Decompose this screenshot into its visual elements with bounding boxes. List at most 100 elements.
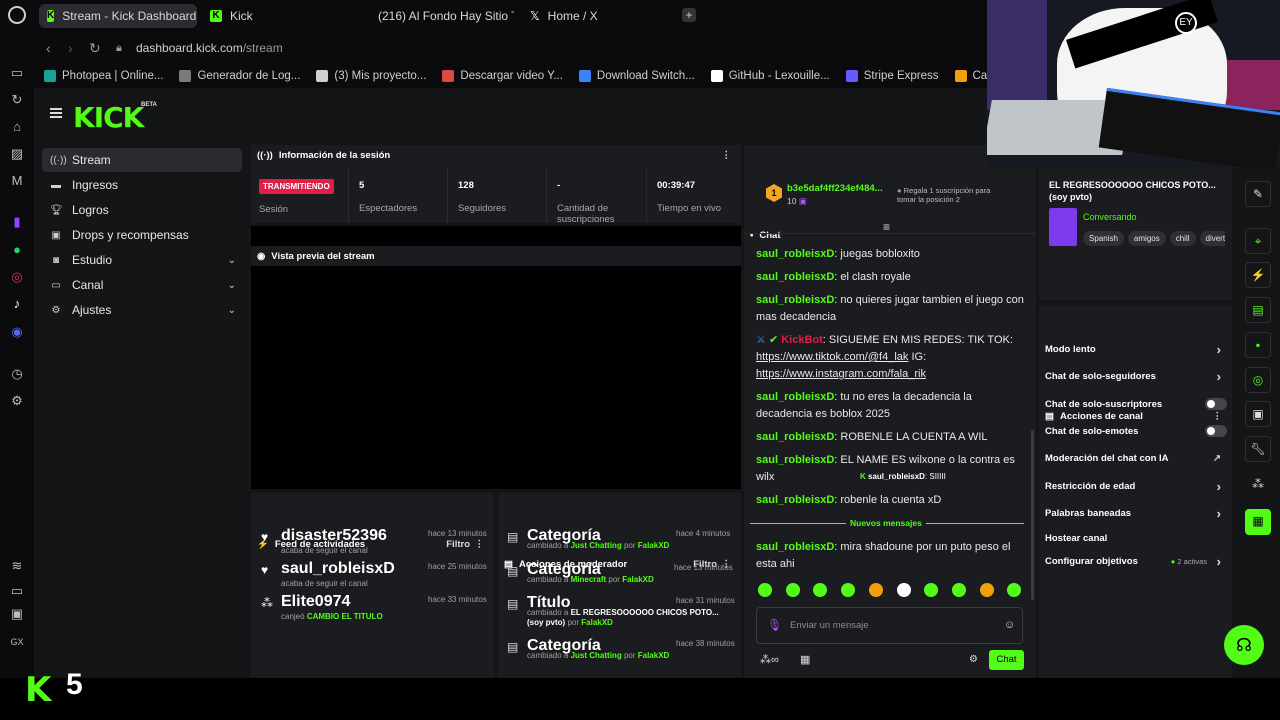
instagram-link[interactable]: https://www.instagram.com/fala_rik xyxy=(756,368,926,380)
battery-icon[interactable]: ▭ xyxy=(9,583,25,599)
nav-item-estudio[interactable]: ◙ Estudio ⌄ xyxy=(42,248,242,272)
channel-action-item[interactable]: Chat de solo-seguidores › xyxy=(1045,369,1227,384)
m-icon[interactable]: M xyxy=(9,173,25,189)
channel-action-item[interactable]: Restricción de edad › xyxy=(1045,479,1227,494)
studio-green-icon[interactable]: ▦ xyxy=(1245,509,1271,535)
menu-icon[interactable] xyxy=(50,108,62,118)
more-icon[interactable]: ⋮ xyxy=(1213,411,1223,422)
emote-button[interactable] xyxy=(951,583,966,597)
channel-action-item[interactable]: Chat de solo-emotes xyxy=(1045,424,1227,438)
nav-item-stream[interactable]: ((·)) Stream xyxy=(42,148,242,172)
tab-kick-dashboard[interactable]: K Stream - Kick Dashboard xyxy=(39,4,197,28)
bookmark-item[interactable]: GitHub - Lexouille... xyxy=(710,70,830,82)
gx-icon[interactable]: GX xyxy=(9,634,25,650)
mod-user[interactable]: FalakXD xyxy=(622,575,654,584)
emote-button[interactable] xyxy=(868,583,883,597)
chat-scrollbar[interactable] xyxy=(1031,430,1034,600)
whatsapp-icon[interactable]: ● xyxy=(9,242,25,258)
channel-action-item[interactable]: Palabras baneadas › xyxy=(1045,506,1227,521)
emote-button[interactable] xyxy=(785,583,800,597)
chat-settings-icon[interactable]: ⚙ xyxy=(969,654,978,665)
wrench-icon[interactable]: 🔧︎ xyxy=(1245,436,1271,462)
tab-kick[interactable]: K Kick xyxy=(202,4,352,28)
channel-action-item[interactable]: Configurar objetivos › ● 2 activas xyxy=(1045,554,1227,569)
channel-action-item[interactable]: Moderación del chat con IA ↗ xyxy=(1045,451,1227,465)
mod-user[interactable]: FalakXD xyxy=(638,541,670,550)
cpu-icon[interactable]: ▣ xyxy=(9,606,25,622)
settings-icon[interactable]: ⚙ xyxy=(9,393,25,409)
points-icon[interactable]: ⁂∞ xyxy=(760,653,779,666)
tag-pill[interactable]: chill xyxy=(1169,231,1196,246)
url-field[interactable]: dashboard.kick.com/stream xyxy=(136,41,283,55)
nav-item-canal[interactable]: ▭ Canal ⌄ xyxy=(42,273,242,297)
nav-item-ajustes[interactable]: ⚙ Ajustes ⌄ xyxy=(42,298,242,322)
top-gifter-name[interactable]: b3e5daf4ff234ef484... xyxy=(787,183,887,194)
mod-target[interactable]: Just Chatting xyxy=(571,651,622,660)
send-chat-button[interactable]: Chat xyxy=(989,650,1024,670)
emote-button[interactable] xyxy=(758,583,772,597)
help-headset-button[interactable]: ☊ xyxy=(1224,625,1264,665)
bookmark-item[interactable]: Generador de Log... xyxy=(179,70,300,82)
emote-button[interactable] xyxy=(841,583,856,597)
new-tab-button[interactable]: + xyxy=(682,8,696,22)
chat-username[interactable]: saul_robleisxD xyxy=(756,431,834,443)
chat-username[interactable]: saul_robleisxD xyxy=(756,541,834,553)
channel-action-item[interactable]: Hostear canal xyxy=(1045,531,1227,545)
bookmark-item[interactable]: Photopea | Online... xyxy=(44,70,163,82)
feed-filter-button[interactable]: Filtro xyxy=(446,539,470,550)
edit-icon[interactable]: ✎ xyxy=(1245,181,1271,207)
bookmark-item[interactable]: (3) Mis proyecto... xyxy=(316,70,426,82)
mic-icon[interactable]: 🎙︎ xyxy=(767,618,782,632)
layout-icon[interactable]: ▣ xyxy=(1245,401,1271,427)
stream-title[interactable]: EL REGRESOOOOOO CHICOS POTO... (soy pvto… xyxy=(1049,179,1229,203)
chat-username[interactable]: KickBot xyxy=(781,334,823,346)
twitch-icon[interactable]: ▮ xyxy=(9,214,25,230)
channel-action-item[interactable]: Modo lento › xyxy=(1045,342,1227,357)
chat-username[interactable]: saul_robleisxD xyxy=(756,248,834,260)
kick-logo[interactable]: KICK xyxy=(73,101,144,134)
forward-icon[interactable]: › xyxy=(68,40,73,56)
feed-user[interactable]: Elite0974 xyxy=(281,593,350,611)
tag-pill[interactable]: amigos xyxy=(1127,231,1166,246)
emoji-icon[interactable]: ☺ xyxy=(1004,619,1015,631)
store-icon[interactable]: ▦ xyxy=(800,653,810,666)
tiktok-icon[interactable]: ♪ xyxy=(9,296,25,312)
broadcast-icon[interactable]: ◎ xyxy=(1245,367,1271,393)
feed-user[interactable]: saul_robleisxD xyxy=(281,560,395,578)
mod-target[interactable]: Minecraft xyxy=(571,575,607,584)
emote-button[interactable] xyxy=(896,583,911,597)
player-icon[interactable]: ▭ xyxy=(9,65,25,81)
chat-username[interactable]: saul_robleisxD xyxy=(756,391,834,403)
category-thumbnail[interactable] xyxy=(1049,208,1077,246)
instagram-icon[interactable]: ◎ xyxy=(9,269,25,285)
more-icon[interactable]: ⋮ xyxy=(722,150,732,161)
chat-username[interactable]: saul_robleisxD xyxy=(756,294,834,306)
tiktok-link[interactable]: https://www.tiktok.com/@f4_lak xyxy=(756,351,908,363)
clipboard-icon[interactable]: ▤ xyxy=(1245,297,1271,323)
nav-item-logros[interactable]: 🏆︎ Logros xyxy=(42,198,242,222)
history-icon[interactable]: ◷ xyxy=(9,366,25,382)
gift-cta[interactable]: ● Regala 1 suscripción para tomar la pos… xyxy=(897,186,1007,204)
mod-user[interactable]: FalakXD xyxy=(638,651,670,660)
opera-logo-icon[interactable] xyxy=(8,6,26,24)
message-icon[interactable]: ▪ xyxy=(1245,332,1271,358)
chat-username[interactable]: saul_robleisxD xyxy=(756,494,834,506)
more-icon[interactable]: ⋮ xyxy=(475,539,485,550)
image-icon[interactable]: ▨ xyxy=(9,146,25,162)
reload-icon[interactable]: ↻ xyxy=(89,40,101,57)
bookmark-item[interactable]: Download Switch... xyxy=(578,70,695,82)
focus-icon[interactable]: ⌖ xyxy=(1245,228,1271,254)
channel-action-item[interactable]: Chat de solo-suscriptores xyxy=(1045,397,1227,411)
tab-x[interactable]: 𝕏 Home / X xyxy=(522,4,672,28)
bookmark-item[interactable]: Descargar video Y... xyxy=(442,70,563,82)
bookmark-item[interactable]: Stripe Express xyxy=(845,70,939,82)
tab-youtube[interactable]: (216) Al Fondo Hay Sitio T xyxy=(362,4,514,28)
chat-username[interactable]: saul_robleisxD xyxy=(756,454,834,466)
feed-user[interactable]: disaster52396 xyxy=(281,527,387,545)
tag-pill[interactable]: Spanish xyxy=(1083,231,1124,246)
users-icon[interactable]: ⁂ xyxy=(1245,472,1271,498)
lightning-icon[interactable]: ⚡ xyxy=(1245,262,1271,288)
bookmark-item[interactable]: Cargar imag xyxy=(954,70,988,82)
discord-icon[interactable]: ◉ xyxy=(9,324,25,340)
nav-item-ingresos[interactable]: ▬ Ingresos xyxy=(42,173,242,197)
